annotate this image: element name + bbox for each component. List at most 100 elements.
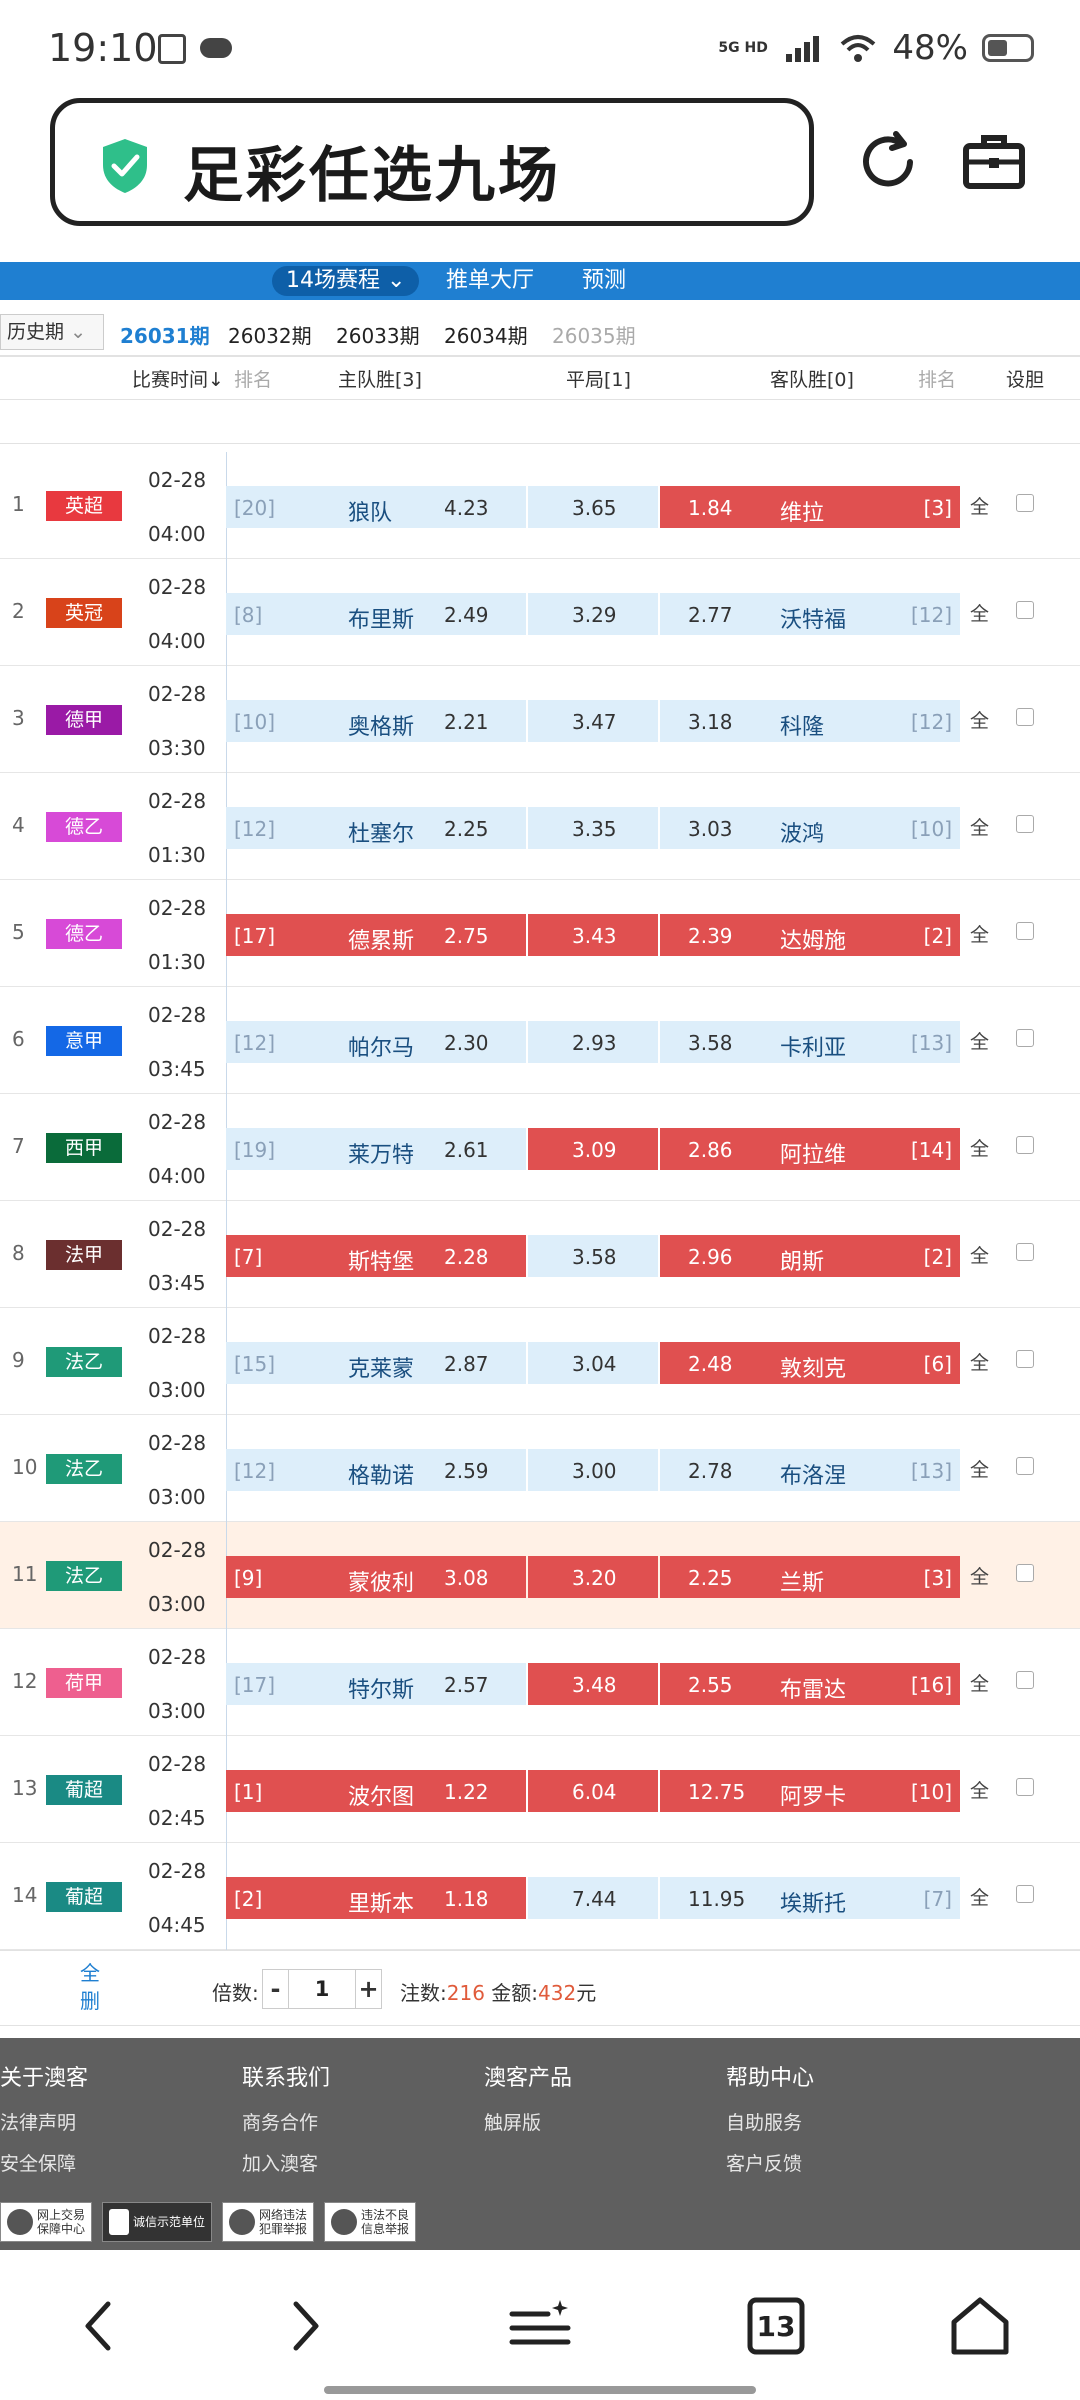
banker-checkbox[interactable] [1016, 1564, 1034, 1582]
select-all-button[interactable]: 全 [970, 1455, 989, 1482]
home-win-cell[interactable]: [12] 杜塞尔 2.25 [226, 807, 526, 849]
home-win-cell[interactable]: [7] 斯特堡 2.28 [226, 1235, 526, 1277]
select-all-button[interactable]: 全 [970, 1027, 989, 1054]
banker-checkbox[interactable] [1016, 1136, 1034, 1154]
draw-cell[interactable]: 3.43 [528, 914, 658, 956]
draw-cell[interactable]: 3.04 [528, 1342, 658, 1384]
away-win-cell[interactable]: 2.86 阿拉维 [14] [660, 1128, 960, 1170]
home-win-cell[interactable]: [2] 里斯本 1.18 [226, 1877, 526, 1919]
select-all-button[interactable]: 全 [970, 1562, 989, 1589]
footer-link[interactable]: 触屏版 [484, 2108, 572, 2135]
menu-icon[interactable] [504, 2290, 576, 2362]
clear-all-button[interactable]: 全删 [80, 1959, 104, 2015]
footer-link[interactable]: 客户反馈 [726, 2149, 814, 2176]
home-win-cell[interactable]: [12] 帕尔马 2.30 [226, 1021, 526, 1063]
footer-link[interactable]: 商务合作 [242, 2108, 330, 2135]
period-26035[interactable]: 26035期 [552, 320, 636, 349]
away-win-cell[interactable]: 2.48 敦刻克 [6] [660, 1342, 960, 1384]
draw-cell[interactable]: 3.65 [528, 486, 658, 528]
draw-cell[interactable]: 3.48 [528, 1663, 658, 1705]
draw-cell[interactable]: 3.20 [528, 1556, 658, 1598]
draw-cell[interactable]: 2.93 [528, 1021, 658, 1063]
away-win-cell[interactable]: 2.78 布洛涅 [13] [660, 1449, 960, 1491]
away-win-cell[interactable]: 2.96 朗斯 [2] [660, 1235, 960, 1277]
draw-cell[interactable]: 3.09 [528, 1128, 658, 1170]
banker-checkbox[interactable] [1016, 815, 1034, 833]
home-win-cell[interactable]: [19] 莱万特 2.61 [226, 1128, 526, 1170]
select-all-button[interactable]: 全 [970, 599, 989, 626]
multiplier-input[interactable]: 1 [289, 1970, 355, 2008]
refresh-icon[interactable] [852, 126, 924, 198]
draw-cell[interactable]: 3.35 [528, 807, 658, 849]
tab-schedule[interactable]: 14场赛程 ⌄ [272, 266, 420, 296]
select-all-button[interactable]: 全 [970, 492, 989, 519]
select-all-button[interactable]: 全 [970, 1241, 989, 1268]
tabs-icon[interactable]: 13 [740, 2290, 812, 2362]
home-win-cell[interactable]: [20] 狼队 4.23 [226, 486, 526, 528]
banker-checkbox[interactable] [1016, 1029, 1034, 1047]
home-win-cell[interactable]: [8] 布里斯 2.49 [226, 593, 526, 635]
draw-cell[interactable]: 3.29 [528, 593, 658, 635]
home-win-cell[interactable]: [17] 特尔斯 2.57 [226, 1663, 526, 1705]
banker-checkbox[interactable] [1016, 922, 1034, 940]
history-select[interactable]: 历史期 ⌄ [0, 314, 104, 350]
header-time[interactable]: 比赛时间↓ [132, 365, 224, 392]
forward-arrow-icon[interactable] [268, 2290, 340, 2362]
footer-link[interactable]: 安全保障 [0, 2149, 88, 2176]
tab-recommend-hall[interactable]: 推单大厅 [446, 262, 534, 300]
away-win-cell[interactable]: 12.75 阿罗卡 [10] [660, 1770, 960, 1812]
draw-cell[interactable]: 6.04 [528, 1770, 658, 1812]
banker-checkbox[interactable] [1016, 1457, 1034, 1475]
trust-badge[interactable]: 网上交易 保障中心 [0, 2202, 93, 2242]
plus-button[interactable]: + [355, 1970, 381, 2008]
back-arrow-icon[interactable] [64, 2290, 136, 2362]
trust-badge[interactable]: 诚信示范单位 [102, 2202, 213, 2242]
banker-checkbox[interactable] [1016, 601, 1034, 619]
banker-checkbox[interactable] [1016, 1671, 1034, 1689]
home-win-cell[interactable]: [12] 格勒诺 2.59 [226, 1449, 526, 1491]
select-all-button[interactable]: 全 [970, 1134, 989, 1161]
away-win-cell[interactable]: 2.55 布雷达 [16] [660, 1663, 960, 1705]
select-all-button[interactable]: 全 [970, 813, 989, 840]
select-all-button[interactable]: 全 [970, 1883, 989, 1910]
address-bar[interactable]: 足彩任选九场 [50, 98, 814, 226]
away-win-cell[interactable]: 3.18 科隆 [12] [660, 700, 960, 742]
period-26032[interactable]: 26032期 [228, 320, 312, 349]
away-win-cell[interactable]: 3.58 卡利亚 [13] [660, 1021, 960, 1063]
home-win-cell[interactable]: [17] 德累斯 2.75 [226, 914, 526, 956]
draw-cell[interactable]: 3.58 [528, 1235, 658, 1277]
minus-button[interactable]: - [263, 1970, 289, 2008]
banker-checkbox[interactable] [1016, 1243, 1034, 1261]
home-icon[interactable] [944, 2290, 1016, 2362]
draw-cell[interactable]: 3.00 [528, 1449, 658, 1491]
banker-checkbox[interactable] [1016, 494, 1034, 512]
home-win-cell[interactable]: [15] 克莱蒙 2.87 [226, 1342, 526, 1384]
home-win-cell[interactable]: [1] 波尔图 1.22 [226, 1770, 526, 1812]
period-26033[interactable]: 26033期 [336, 320, 420, 349]
away-win-cell[interactable]: 3.03 波鸿 [10] [660, 807, 960, 849]
draw-cell[interactable]: 7.44 [528, 1877, 658, 1919]
select-all-button[interactable]: 全 [970, 920, 989, 947]
away-win-cell[interactable]: 2.39 达姆施 [2] [660, 914, 960, 956]
select-all-button[interactable]: 全 [970, 706, 989, 733]
banker-checkbox[interactable] [1016, 1778, 1034, 1796]
banker-checkbox[interactable] [1016, 1885, 1034, 1903]
away-win-cell[interactable]: 2.77 沃特福 [12] [660, 593, 960, 635]
select-all-button[interactable]: 全 [970, 1348, 989, 1375]
period-26031[interactable]: 26031期 [120, 320, 210, 349]
tab-prediction[interactable]: 预测 [582, 262, 626, 300]
footer-link[interactable]: 自助服务 [726, 2108, 814, 2135]
away-win-cell[interactable]: 2.25 兰斯 [3] [660, 1556, 960, 1598]
footer-link[interactable]: 法律声明 [0, 2108, 88, 2135]
select-all-button[interactable]: 全 [970, 1669, 989, 1696]
home-win-cell[interactable]: [10] 奥格斯 2.21 [226, 700, 526, 742]
banker-checkbox[interactable] [1016, 1350, 1034, 1368]
home-win-cell[interactable]: [9] 蒙彼利 3.08 [226, 1556, 526, 1598]
draw-cell[interactable]: 3.47 [528, 700, 658, 742]
select-all-button[interactable]: 全 [970, 1776, 989, 1803]
period-26034[interactable]: 26034期 [444, 320, 528, 349]
trust-badge[interactable]: 网络违法 犯罪举报 [222, 2202, 315, 2242]
toolbox-icon[interactable] [958, 126, 1030, 198]
trust-badge[interactable]: 违法不良 信息举报 [324, 2202, 417, 2242]
banker-checkbox[interactable] [1016, 708, 1034, 726]
